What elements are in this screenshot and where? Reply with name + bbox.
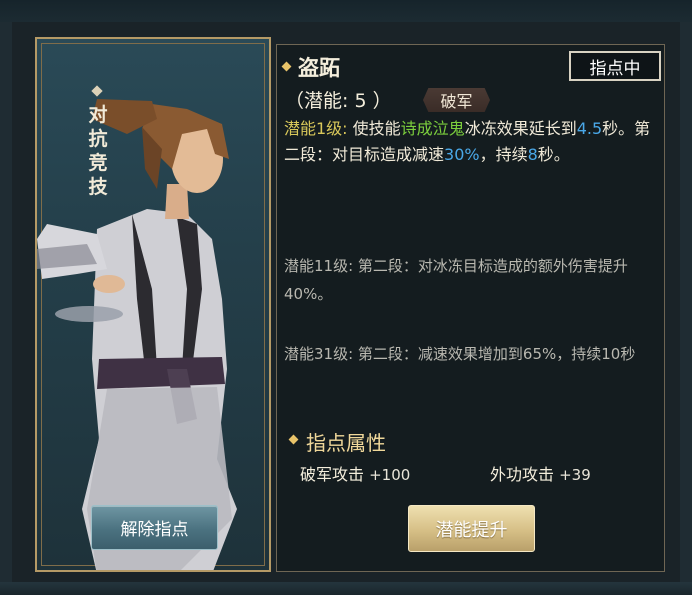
- potential-upgrade-button[interactable]: 潜能提升: [408, 505, 535, 552]
- slow-value: 30%: [444, 145, 480, 164]
- mode-title-char: 对: [88, 104, 108, 126]
- desc-text: 冰冻效果延长到: [464, 119, 577, 138]
- attributes-title: 指点属性: [306, 431, 386, 455]
- mode-title-char: 抗: [88, 128, 108, 150]
- character-portrait: [37, 99, 237, 570]
- slow-duration-value: 8: [527, 145, 538, 164]
- skill-reference: 诗成泣鬼: [400, 119, 465, 138]
- attribute-item: 破军攻击 +100: [300, 461, 410, 485]
- faction-tag: 破军: [423, 88, 490, 112]
- potential-1-description: 潜能1级: 使技能诗成泣鬼冰冻效果延长到4.5秒。第二段：对目标造成减速30%，…: [284, 116, 662, 168]
- desc-text: 使技能: [347, 119, 401, 138]
- potential-31-description: 潜能31级: 第二段：减速效果增加到65%，持续10秒: [284, 345, 636, 363]
- bottom-bar: [0, 582, 692, 595]
- attribute-name: 外功攻击: [490, 465, 555, 484]
- attribute-value: +100: [369, 466, 411, 484]
- skill-name: 盗跖: [298, 56, 340, 80]
- pointed-status-button[interactable]: 指点中: [569, 51, 661, 81]
- character-card: 对 抗 竞 技: [35, 37, 271, 572]
- attribute-value: +39: [559, 466, 591, 484]
- release-guidance-button[interactable]: 解除指点: [91, 505, 218, 550]
- desc-text: ，持续: [479, 145, 528, 164]
- mode-title-char: 技: [88, 176, 108, 198]
- potential-11-description: 潜能11级: 第二段：对冰冻目标造成的额外伤害提升40%。: [284, 257, 628, 303]
- level-label: 潜能1级:: [284, 119, 348, 138]
- attribute-name: 破军攻击: [300, 465, 365, 484]
- potential-level: （潜能: 5 ）: [285, 90, 392, 112]
- mode-title-vertical: 对 抗 竞 技: [85, 103, 111, 199]
- attribute-item: 外功攻击 +39: [490, 461, 591, 485]
- duration-value: 4.5: [576, 119, 603, 138]
- desc-text: 秒。: [537, 145, 570, 164]
- top-bar: [0, 0, 692, 22]
- mode-title-char: 竞: [88, 152, 108, 174]
